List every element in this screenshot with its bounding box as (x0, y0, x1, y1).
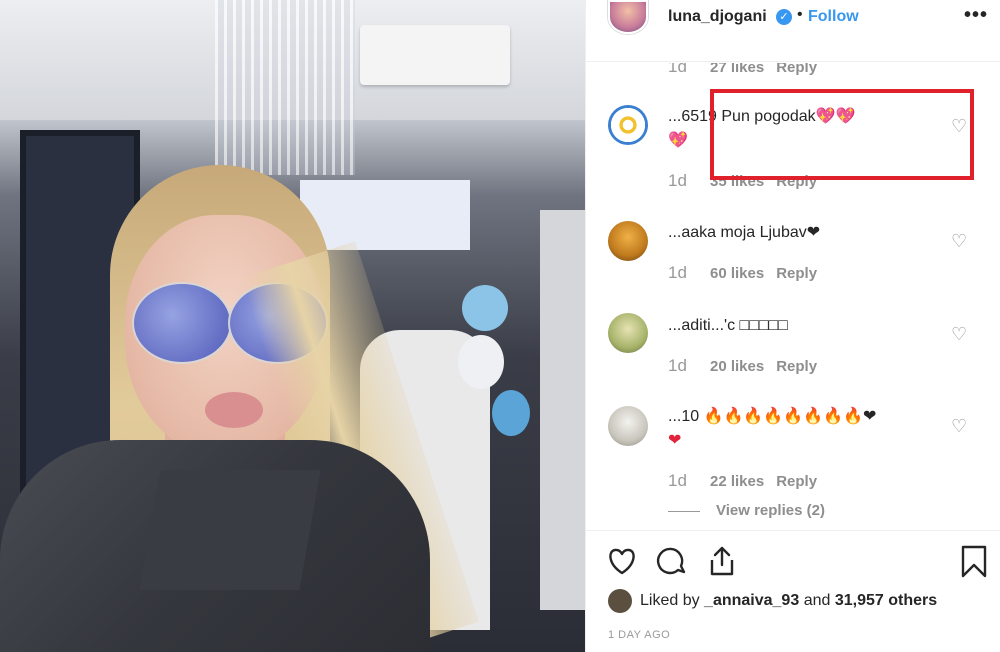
photo-lips (205, 392, 263, 428)
view-replies-line (668, 510, 700, 512)
comment-meta: 1d 27 likes Reply (668, 63, 817, 77)
post-photo[interactable] (0, 0, 585, 652)
follow-button[interactable]: Follow (808, 8, 859, 26)
like-heart-icon[interactable] (604, 543, 640, 579)
reply-button[interactable]: Reply (776, 265, 817, 282)
liker-avatar[interactable] (608, 589, 632, 613)
comment-meta: 1d 60 likes Reply (668, 263, 817, 283)
comment-age: 1d (668, 471, 687, 490)
comment-text: ...aaka moja Ljubav❤ (668, 221, 948, 245)
likes-count[interactable]: 31,957 others (835, 592, 937, 609)
comment-text: ...aditi...'c □□□□□ (668, 314, 948, 338)
photo-balloon (492, 390, 530, 436)
comment-bubble-icon[interactable] (654, 543, 690, 579)
comment-likes[interactable]: 27 likes (710, 63, 764, 76)
reply-button[interactable]: Reply (776, 358, 817, 375)
comment-age: 1d (668, 356, 687, 375)
share-upload-icon[interactable] (704, 543, 740, 579)
more-options-icon[interactable]: ••• (964, 4, 988, 27)
photo-light (300, 180, 470, 250)
comment-likes[interactable]: 60 likes (710, 265, 764, 282)
comment-meta: 1d 20 likes Reply (668, 356, 817, 376)
liker-username[interactable]: _annaiva_93 (704, 592, 799, 609)
commenter-avatar[interactable] (608, 406, 648, 446)
like-comment-heart-icon[interactable]: ♡ (951, 232, 969, 250)
comment-body: ...10 🔥🔥🔥🔥🔥🔥🔥🔥❤ (668, 408, 877, 425)
photo-balloon (462, 285, 508, 331)
photo-sunglasses-lens (132, 282, 232, 364)
author-avatar[interactable] (608, 0, 648, 34)
photo-air-conditioner (360, 25, 510, 85)
highlight-annotation-box (710, 89, 974, 180)
liked-by-and: and (803, 592, 831, 610)
comment-likes[interactable]: 22 likes (710, 473, 764, 490)
comment-age: 1d (668, 171, 687, 190)
photo-balloon (458, 335, 504, 389)
post-header: luna_djogani ✓ • Follow ••• (586, 0, 1000, 62)
comment-likes[interactable]: 20 likes (710, 358, 764, 375)
like-comment-heart-icon[interactable]: ♡ (951, 417, 969, 435)
view-replies-label: View replies (2) (716, 502, 825, 519)
liked-by-line: Liked by _annaiva_93 and 31,957 others (608, 589, 937, 613)
photo-collar (139, 470, 321, 590)
comment-body-cont: ❤ (668, 432, 682, 449)
comment-age: 1d (668, 263, 687, 282)
save-bookmark-icon[interactable] (956, 543, 992, 579)
view-replies-button[interactable]: View replies (2) (668, 502, 825, 519)
reply-button[interactable]: Reply (776, 63, 817, 76)
liked-by-prefix: Liked by (640, 592, 700, 610)
comment-body-cont: 💖 (668, 132, 688, 149)
verified-badge-icon: ✓ (776, 9, 792, 25)
commenter-avatar[interactable] (608, 313, 648, 353)
commenter-avatar[interactable] (608, 105, 648, 145)
author-username[interactable]: luna_djogani (668, 8, 767, 26)
commenter-avatar[interactable] (608, 221, 648, 261)
comment-body: ...aditi...'c □□□□□ (668, 317, 788, 334)
comment-age: 1d (668, 63, 687, 76)
comment-body: ...aaka moja Ljubav❤ (668, 224, 821, 241)
like-comment-heart-icon[interactable]: ♡ (951, 325, 969, 343)
post-timestamp: 1 DAY AGO (608, 629, 671, 641)
comment-text: ...10 🔥🔥🔥🔥🔥🔥🔥🔥❤ ❤ (668, 405, 948, 453)
reply-button[interactable]: Reply (776, 473, 817, 490)
photo-chandelier (215, 0, 355, 175)
comment-meta: 1d 22 likes Reply (668, 471, 817, 491)
separator-dot: • (797, 6, 803, 23)
post-actions: Liked by _annaiva_93 and 31,957 others 1… (586, 530, 1000, 652)
photo-shelf (540, 210, 585, 610)
